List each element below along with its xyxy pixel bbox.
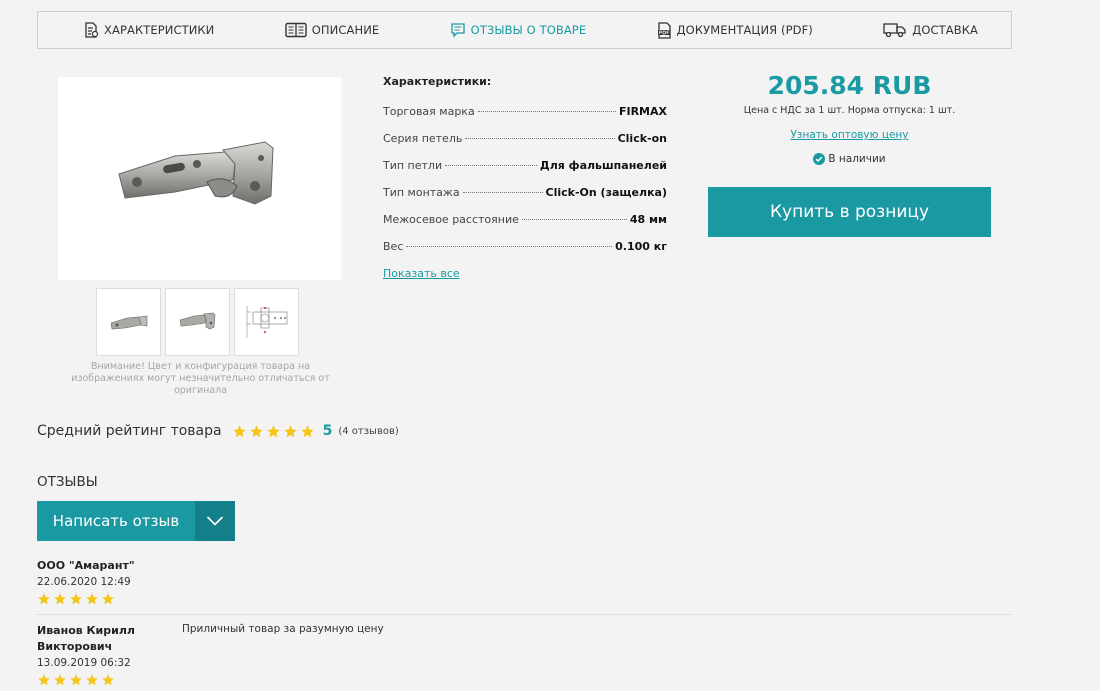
spec-row: Межосевое расстояние 48 мм: [383, 213, 667, 240]
star-icon: [266, 424, 280, 437]
comment-icon: [451, 23, 465, 38]
review-stars: [37, 592, 1012, 606]
thumbnail-1[interactable]: [96, 288, 161, 356]
truck-icon: [883, 23, 906, 38]
average-rating: Средний рейтинг товара 5 (4 отзывов): [37, 423, 399, 439]
spec-row: Вес 0.100 кг: [383, 240, 667, 267]
rating-label: Средний рейтинг товара: [37, 423, 222, 439]
hinge-thumb: [110, 315, 147, 330]
spec-value: 48 мм: [629, 213, 667, 226]
spec-value: 0.100 кг: [615, 240, 667, 253]
tab-reviews-label: ОТЗЫВЫ О ТОВАРЕ: [470, 23, 587, 37]
stock-label: В наличии: [828, 153, 886, 165]
spec-label: Межосевое расстояние: [383, 213, 519, 226]
wholesale-price-link[interactable]: Узнать оптовую цену: [790, 129, 908, 141]
rating-stars: [232, 424, 315, 439]
spec-value: Для фальшпанелей: [539, 159, 667, 172]
tab-documentation[interactable]: ДОКУМЕНТАЦИЯ (PDF): [657, 21, 813, 39]
star-icon: [70, 674, 82, 686]
review-author: ООО "Амарант": [37, 559, 135, 572]
star-icon: [38, 593, 50, 605]
rating-value: 5: [322, 423, 333, 439]
star-icon: [54, 674, 66, 686]
spec-value: FIRMAX: [618, 105, 667, 118]
spec-dots: [406, 246, 613, 247]
spec-value: Click-On (защелка): [545, 186, 667, 199]
show-all-specs-link[interactable]: Показать все: [383, 267, 460, 280]
star-icon: [70, 593, 82, 605]
spec-label: Тип монтажа: [383, 186, 460, 199]
star-icon: [54, 593, 66, 605]
tab-reviews[interactable]: ОТЗЫВЫ О ТОВАРЕ: [450, 22, 587, 38]
specs-block: Характеристики: Торговая марка FIRMAX Се…: [383, 75, 667, 267]
tab-delivery-label: ДОСТАВКА: [912, 23, 978, 37]
write-review-toggle[interactable]: [195, 501, 235, 541]
rating-count: (4 отзывов): [338, 425, 399, 437]
spec-value: Click-on: [617, 132, 667, 145]
review-author: Иванов Кирилл Викторович: [37, 624, 135, 653]
review-item: ООО "Амарант" 22.06.2020 12:49: [37, 558, 1012, 606]
hinge-image: [117, 140, 274, 205]
spec-row: Серия петель Click-on: [383, 132, 667, 159]
hinge-drawing-thumb: [246, 306, 287, 338]
review-item: Иванов Кирилл Викторович 13.09.2019 06:3…: [37, 614, 1012, 687]
star-icon: [86, 593, 98, 605]
star-icon: [300, 424, 314, 437]
spec-dots: [477, 111, 616, 112]
spec-dots: [462, 192, 543, 193]
tab-characteristics-label: ХАРАКТЕРИСТИКИ: [104, 23, 215, 37]
write-review-group: Написать отзыв: [37, 501, 235, 541]
tab-description[interactable]: ОПИСАНИЕ: [285, 22, 380, 38]
spec-label: Торговая марка: [383, 105, 475, 118]
star-icon: [232, 424, 246, 437]
gallery-disclaimer: Внимание! Цвет и конфигурация товара на …: [71, 361, 330, 396]
check-circle-icon: [813, 153, 826, 165]
chevron-down-icon: [206, 516, 224, 526]
spec-label: Серия петель: [383, 132, 463, 145]
star-icon: [38, 674, 50, 686]
pdf-icon: [657, 21, 671, 39]
review-stars: [37, 673, 1012, 687]
spec-dots: [521, 219, 627, 220]
specs-title: Характеристики:: [383, 75, 492, 88]
price-note: Цена с НДС за 1 шт. Норма отпуска: 1 шт.: [743, 105, 956, 116]
thumbnail-list: [96, 288, 299, 356]
tab-characteristics[interactable]: ХАРАКТЕРИСТИКИ: [83, 22, 214, 38]
star-icon: [102, 593, 114, 605]
write-review-button[interactable]: Написать отзыв: [37, 501, 195, 541]
price-value: 205.84 RUB: [767, 71, 932, 100]
star-icon: [249, 424, 263, 437]
review-date: 13.09.2019 06:32: [37, 657, 131, 669]
review-text: Приличный товар за разумную цену: [182, 623, 384, 635]
tab-delivery[interactable]: ДОСТАВКА: [883, 22, 978, 38]
buy-retail-button[interactable]: Купить в розницу: [708, 187, 991, 237]
spec-row: Тип монтажа Click-On (защелка): [383, 186, 667, 213]
product-tabs: ХАРАКТЕРИСТИКИ ОПИСАНИЕ ОТЗЫВЫ О ТОВАРЕ …: [37, 11, 1012, 49]
tab-description-label: ОПИСАНИЕ: [311, 23, 380, 37]
star-icon: [283, 424, 297, 437]
spec-dots: [445, 165, 537, 166]
thumbnail-3[interactable]: [234, 288, 299, 356]
star-icon: [102, 674, 114, 686]
spec-label: Тип петли: [383, 159, 443, 172]
spec-row: Торговая марка FIRMAX: [383, 105, 667, 132]
star-icon: [86, 674, 98, 686]
price-block: 205.84 RUB Цена с НДС за 1 шт. Норма отп…: [708, 70, 991, 165]
book-icon: [285, 22, 307, 38]
spec-label: Вес: [383, 240, 404, 253]
spec-sheet-icon: [85, 22, 99, 38]
spec-row: Тип петли Для фальшпанелей: [383, 159, 667, 186]
reviews-heading: ОТЗЫВЫ: [37, 474, 98, 490]
tab-documentation-label: ДОКУМЕНТАЦИЯ (PDF): [676, 23, 813, 37]
thumbnail-2[interactable]: [165, 288, 230, 356]
hinge-thumb: [179, 312, 215, 330]
stock-status: В наличии: [708, 153, 991, 165]
spec-dots: [465, 138, 615, 139]
product-main-image[interactable]: [58, 77, 341, 280]
review-date: 22.06.2020 12:49: [37, 576, 131, 588]
